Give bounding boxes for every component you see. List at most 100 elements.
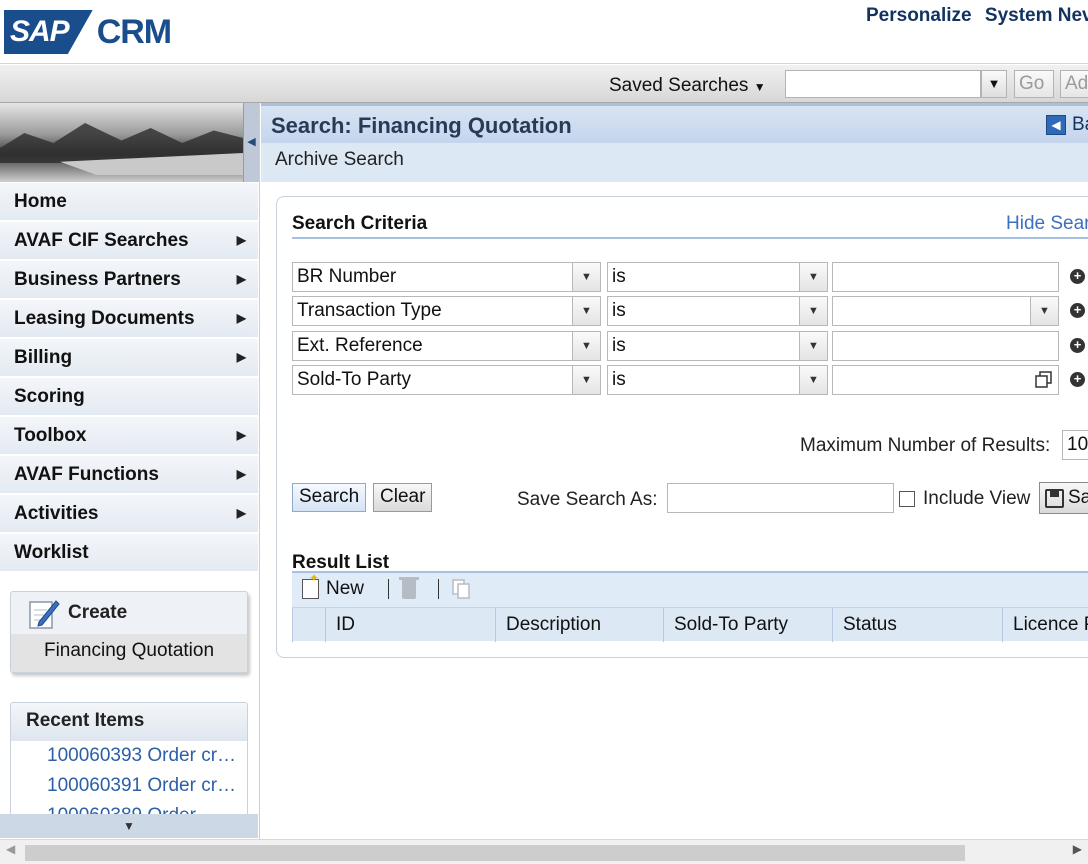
clear-button[interactable]: Clear [373, 483, 433, 512]
criteria-value-input[interactable] [832, 331, 1059, 361]
system-news-link[interactable]: System Nev [985, 5, 1088, 26]
save-search-button[interactable]: Sa [1039, 482, 1088, 514]
header-landscape-image [0, 103, 243, 182]
result-list-toolbar: New [292, 571, 1088, 607]
recent-items-title[interactable]: Recent Items [11, 703, 247, 741]
saved-searches-label[interactable]: Saved Searches ▼ [609, 75, 766, 97]
horizontal-scrollbar[interactable]: ◀ ▶ [0, 839, 1088, 864]
toolbar-separator [438, 579, 439, 599]
column-header-licence-plate[interactable]: Licence P [1002, 608, 1088, 642]
field-dropdown-button[interactable]: ▼ [573, 262, 601, 292]
nav-item-activities[interactable]: Activities ▶ [0, 495, 258, 534]
archive-search-link[interactable]: Archive Search [275, 149, 404, 171]
nav-item-home[interactable]: Home [0, 183, 258, 222]
search-panel: Search Criteria Hide Sear BR Number ▼ is… [276, 196, 1088, 658]
criteria-field-select[interactable]: Sold-To Party [292, 365, 573, 395]
scrollbar-thumb[interactable] [25, 845, 965, 861]
search-criteria-title: Search Criteria [292, 213, 428, 234]
section-divider [292, 237, 1088, 239]
field-dropdown-button[interactable]: ▼ [573, 331, 601, 361]
value-help-icon[interactable] [1035, 371, 1053, 388]
save-search-input[interactable] [667, 483, 894, 513]
pencil-icon [29, 600, 60, 629]
create-box: Create Financing Quotation [10, 591, 248, 673]
operator-select[interactable]: is [607, 331, 800, 361]
nav-item-worklist[interactable]: Worklist [0, 534, 258, 573]
nav-item-leasing-documents[interactable]: Leasing Documents ▶ [0, 300, 258, 339]
sold-to-party-input[interactable] [832, 365, 1059, 395]
add-criteria-icon[interactable]: + [1070, 338, 1085, 353]
nav-item-scoring[interactable]: Scoring [0, 378, 258, 417]
new-document-icon [302, 571, 319, 599]
hide-search-link[interactable]: Hide Sear [1006, 213, 1088, 235]
operator-dropdown-button[interactable]: ▼ [800, 262, 828, 292]
search-button[interactable]: Search [292, 483, 367, 512]
value-dropdown-button[interactable]: ▼ [1031, 296, 1059, 326]
operator-dropdown-button[interactable]: ▼ [800, 331, 828, 361]
add-criteria-icon[interactable]: + [1070, 303, 1085, 318]
collapse-navigation-button[interactable]: ◀ [243, 103, 259, 182]
column-header-sold-to-party[interactable]: Sold-To Party [663, 608, 832, 642]
header-links: Personalize System Nev [866, 5, 1088, 27]
sap-crm-logo[interactable]: SAP CRM [4, 9, 172, 55]
nav-item-toolbox[interactable]: Toolbox ▶ [0, 417, 258, 456]
delete-icon[interactable] [399, 577, 419, 599]
operator-select[interactable]: is [607, 262, 800, 292]
select-all-column[interactable] [292, 608, 325, 642]
recent-item-link[interactable]: 100060391 Order cr… [11, 771, 247, 801]
chevron-right-icon: ▶ [236, 311, 246, 325]
column-header-id[interactable]: ID [325, 608, 495, 642]
recent-item-link[interactable]: 100060393 Order cr… [11, 741, 247, 771]
create-header: Create [11, 592, 247, 634]
include-view-label: Include View [923, 488, 1031, 509]
result-table-header: ID Description Sold-To Party Status Lice… [292, 607, 1088, 642]
saved-searches-dropdown-button[interactable]: ▼ [981, 70, 1007, 98]
personalize-link[interactable]: Personalize [866, 5, 972, 26]
column-header-description[interactable]: Description [495, 608, 663, 642]
copy-icon[interactable] [452, 579, 470, 599]
chevron-down-icon: ▼ [123, 819, 135, 833]
saved-searches-input[interactable] [785, 70, 981, 98]
chevron-down-icon: ▼ [987, 76, 1001, 91]
criteria-field-select[interactable]: Transaction Type [292, 296, 573, 326]
chevron-right-icon: ▶ [236, 272, 246, 286]
operator-dropdown-button[interactable]: ▼ [800, 365, 828, 395]
chevron-right-icon: ▶ [236, 428, 246, 442]
criteria-field-select[interactable]: Ext. Reference [292, 331, 573, 361]
nav-item-business-partners[interactable]: Business Partners ▶ [0, 261, 258, 300]
criteria-field-select[interactable]: BR Number [292, 262, 573, 292]
chevron-right-icon: ▶ [236, 233, 246, 247]
back-arrow-icon: ◀ [1046, 115, 1066, 135]
field-dropdown-button[interactable]: ▼ [573, 296, 601, 326]
column-header-status[interactable]: Status [832, 608, 1002, 642]
criteria-value-input[interactable] [832, 262, 1059, 292]
new-button[interactable]: New [302, 571, 364, 600]
toolbar-separator [388, 579, 389, 599]
scroll-left-icon[interactable]: ◀ [6, 842, 15, 856]
max-results-input[interactable]: 10 [1062, 430, 1088, 460]
nav-item-billing[interactable]: Billing ▶ [0, 339, 258, 378]
field-dropdown-button[interactable]: ▼ [573, 365, 601, 395]
floppy-disk-icon [1045, 489, 1064, 508]
advanced-button[interactable]: Ad [1060, 70, 1088, 98]
operator-select[interactable]: is [607, 296, 800, 326]
nav-scroll-down-button[interactable]: ▼ [0, 814, 258, 838]
recent-items-box: Recent Items 100060393 Order cr… 1000603… [10, 702, 248, 822]
include-view-checkbox[interactable] [899, 491, 915, 507]
navigation-panel: ◀ Home AVAF CIF Searches ▶ Business Partn… [0, 103, 260, 839]
operator-dropdown-button[interactable]: ▼ [800, 296, 828, 326]
go-button[interactable]: Go [1014, 70, 1054, 98]
add-criteria-icon[interactable]: + [1070, 372, 1085, 387]
chevron-left-icon: ◀ [247, 136, 256, 148]
chevron-right-icon: ▶ [236, 350, 246, 364]
scroll-right-icon[interactable]: ▶ [1073, 842, 1082, 856]
nav-item-avaf-cif-searches[interactable]: AVAF CIF Searches ▶ [0, 222, 258, 261]
create-financing-quotation-link[interactable]: Financing Quotation [11, 634, 247, 672]
back-button[interactable]: ◀ Ba [1046, 114, 1088, 136]
operator-select[interactable]: is [607, 365, 800, 395]
add-criteria-icon[interactable]: + [1070, 269, 1085, 284]
nav-item-avaf-functions[interactable]: AVAF Functions ▶ [0, 456, 258, 495]
search-toolbar: Saved Searches ▼ ▼ Go Ad [0, 65, 1088, 103]
transaction-type-select[interactable] [832, 296, 1031, 326]
main-content: Search: Financing Quotation ◀ Ba Archive… [261, 103, 1088, 839]
